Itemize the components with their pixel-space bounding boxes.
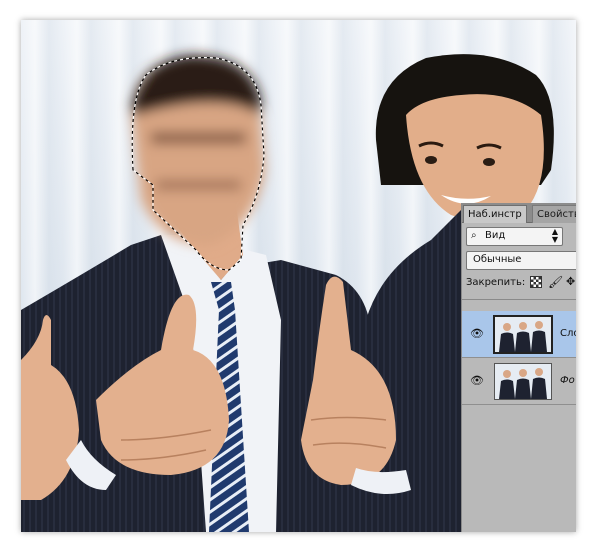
lock-transparency-icon[interactable] <box>530 276 542 288</box>
eye-icon[interactable]: 👁 <box>470 374 484 387</box>
panel-tabs: Наб.инстр Свойства <box>462 203 576 223</box>
tab-layers[interactable]: Наб.инстр <box>463 205 527 223</box>
brush-icon[interactable]: 🖌 <box>548 275 563 289</box>
layer-name: Сло <box>560 328 576 339</box>
layer-filter-select[interactable]: ⌕ Вид ▲ ▼ <box>466 227 563 246</box>
screenshot-frame: Наб.инстр Свойства ⌕ Вид ▲▼ Обычные Закр… <box>21 20 576 532</box>
divider <box>462 299 576 300</box>
search-icon: ⌕ <box>471 230 477 241</box>
eye-icon[interactable]: 👁 <box>470 327 484 340</box>
layer-thumbnail <box>493 315 553 354</box>
layer-filter-label: Вид <box>485 230 506 241</box>
move-icon[interactable]: ✥ <box>566 275 575 288</box>
layer-row-copy[interactable]: 👁 Сло <box>462 311 576 358</box>
layers-panel: Наб.инстр Свойства ⌕ Вид ▲▼ Обычные Закр… <box>461 203 576 532</box>
sort-arrows-icon: ▲ ▼ <box>551 227 558 244</box>
layer-name: Фо <box>560 375 575 386</box>
tab-properties[interactable]: Свойства <box>532 205 576 223</box>
lock-label: Закрепить: <box>466 277 526 288</box>
blend-mode-label: Обычные <box>473 254 522 265</box>
layer-thumbnail <box>494 363 552 400</box>
layer-row-background[interactable]: 👁 Фо <box>462 358 576 405</box>
blend-mode-select[interactable]: Обычные <box>466 251 576 270</box>
lock-row: Закрепить: 🖌 ✥ <box>462 275 576 291</box>
